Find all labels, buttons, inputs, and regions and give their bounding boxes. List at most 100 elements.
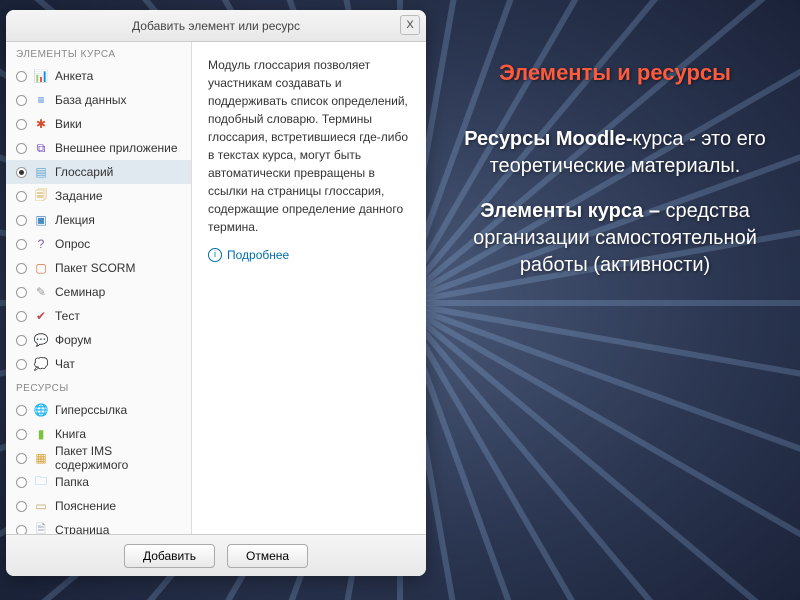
resource-item[interactable]: ▭ Пояснение [6,494,191,518]
elements-list: 📊 Анкета ≡ База данных ✱ Вики ⧉ Внешнее приложе… [6,64,191,376]
radio-icon [16,215,27,226]
close-icon: X [406,19,413,31]
info-paragraph-2: Элементы курса – средства организации са… [460,198,770,279]
element-icon: ⧉ [33,140,49,156]
element-label: Опрос [55,237,90,251]
element-label: Внешнее приложение [55,141,178,155]
element-item[interactable]: ▤ Глоссарий [6,160,191,184]
description-text: Модуль глоссария позволяет участникам со… [208,56,410,236]
element-item[interactable]: 🗐 Задание [6,184,191,208]
resource-item[interactable]: ▮ Книга [6,422,191,446]
slide-info-panel: Элементы и ресурсы Ресурсы Moodle-курса … [460,60,770,297]
dialog-title: Добавить элемент или ресурс [132,19,300,33]
elements-section-title: ЭЛЕМЕНТЫ КУРСА [6,42,191,64]
dialog-header: Добавить элемент или ресурс X [6,10,426,42]
element-icon: ▤ [33,164,49,180]
resource-icon: ▭ [33,498,49,514]
resource-label: Пояснение [55,499,116,513]
resource-icon: 🗀 [33,474,49,490]
add-element-dialog: Добавить элемент или ресурс X ЭЛЕМЕНТЫ К… [6,10,426,576]
element-label: Глоссарий [55,165,113,179]
radio-icon [16,525,27,535]
info-icon: i [208,248,222,262]
more-link[interactable]: i Подробнее [208,246,410,264]
radio-icon [16,405,27,416]
resource-item[interactable]: 🌐 Гиперссылка [6,398,191,422]
resource-label: Пакет IMS содержимого [55,444,183,472]
radio-icon [16,477,27,488]
radio-icon [16,119,27,130]
element-item[interactable]: 💭 Чат [6,352,191,376]
element-icon: ▣ [33,212,49,228]
element-icon: 💭 [33,356,49,372]
element-icon: ✔ [33,308,49,324]
element-label: Форум [55,333,91,347]
radio-icon [16,501,27,512]
resource-item[interactable]: ▦ Пакет IMS содержимого [6,446,191,470]
cancel-button[interactable]: Отмена [227,544,308,568]
element-item[interactable]: ✎ Семинар [6,280,191,304]
element-label: Анкета [55,69,93,83]
radio-icon [16,239,27,250]
radio-icon [16,453,27,464]
radio-icon [16,311,27,322]
element-item[interactable]: ▣ Лекция [6,208,191,232]
element-item[interactable]: 📊 Анкета [6,64,191,88]
info-p2-bold: Элементы курса – [480,200,665,222]
resources-list: 🌐 Гиперссылка ▮ Книга ▦ Пакет IMS содержимого… [6,398,191,534]
add-button[interactable]: Добавить [124,544,215,568]
dialog-body: ЭЛЕМЕНТЫ КУРСА 📊 Анкета ≡ База данных ✱ Вики ⧉… [6,42,426,534]
resource-icon: ▦ [33,450,49,466]
element-label: Чат [55,357,75,371]
element-item[interactable]: ⧉ Внешнее приложение [6,136,191,160]
radio-icon [16,429,27,440]
radio-icon [16,167,27,178]
element-label: Тест [55,309,80,323]
info-paragraph-1: Ресурсы Moodle-курса - это его теоретиче… [460,126,770,180]
element-icon: ≡ [33,92,49,108]
dialog-footer: Добавить Отмена [6,534,426,576]
radio-icon [16,143,27,154]
dialog-left-panel: ЭЛЕМЕНТЫ КУРСА 📊 Анкета ≡ База данных ✱ Вики ⧉… [6,42,192,534]
element-label: Задание [55,189,103,203]
element-label: Вики [55,117,82,131]
info-p1-bold: Ресурсы Moodle- [464,128,632,150]
element-icon: ✎ [33,284,49,300]
element-item[interactable]: 💬 Форум [6,328,191,352]
radio-icon [16,335,27,346]
element-label: Семинар [55,285,105,299]
resource-label: Страница [55,523,109,534]
element-item[interactable]: ?Опрос [6,232,191,256]
element-label: Лекция [55,213,95,227]
resource-item[interactable]: 🗎 Страница [6,518,191,534]
element-item[interactable]: ✔ Тест [6,304,191,328]
element-item[interactable]: ≡ База данных [6,88,191,112]
element-item[interactable]: ✱ Вики [6,112,191,136]
resource-label: Папка [55,475,89,489]
radio-icon [16,359,27,370]
radio-icon [16,191,27,202]
resources-section-title: РЕСУРСЫ [6,376,191,398]
element-label: Пакет SCORM [55,261,135,275]
more-label: Подробнее [227,246,289,264]
resource-icon: ▮ [33,426,49,442]
element-item[interactable]: ▢ Пакет SCORM [6,256,191,280]
element-icon: 💬 [33,332,49,348]
resource-label: Гиперссылка [55,403,127,417]
element-label: База данных [55,93,126,107]
radio-icon [16,287,27,298]
element-icon: ✱ [33,116,49,132]
radio-icon [16,95,27,106]
close-button[interactable]: X [400,15,420,35]
radio-icon [16,263,27,274]
resource-icon: 🗎 [33,522,49,534]
element-icon: ▢ [33,260,49,276]
info-title: Элементы и ресурсы [460,60,770,86]
resource-icon: 🌐 [33,402,49,418]
dialog-right-panel: Модуль глоссария позволяет участникам со… [192,42,426,534]
element-icon: 📊 [33,68,49,84]
resource-label: Книга [55,427,86,441]
radio-icon [16,71,27,82]
element-icon: 🗐 [33,188,49,204]
resource-item[interactable]: 🗀 Папка [6,470,191,494]
